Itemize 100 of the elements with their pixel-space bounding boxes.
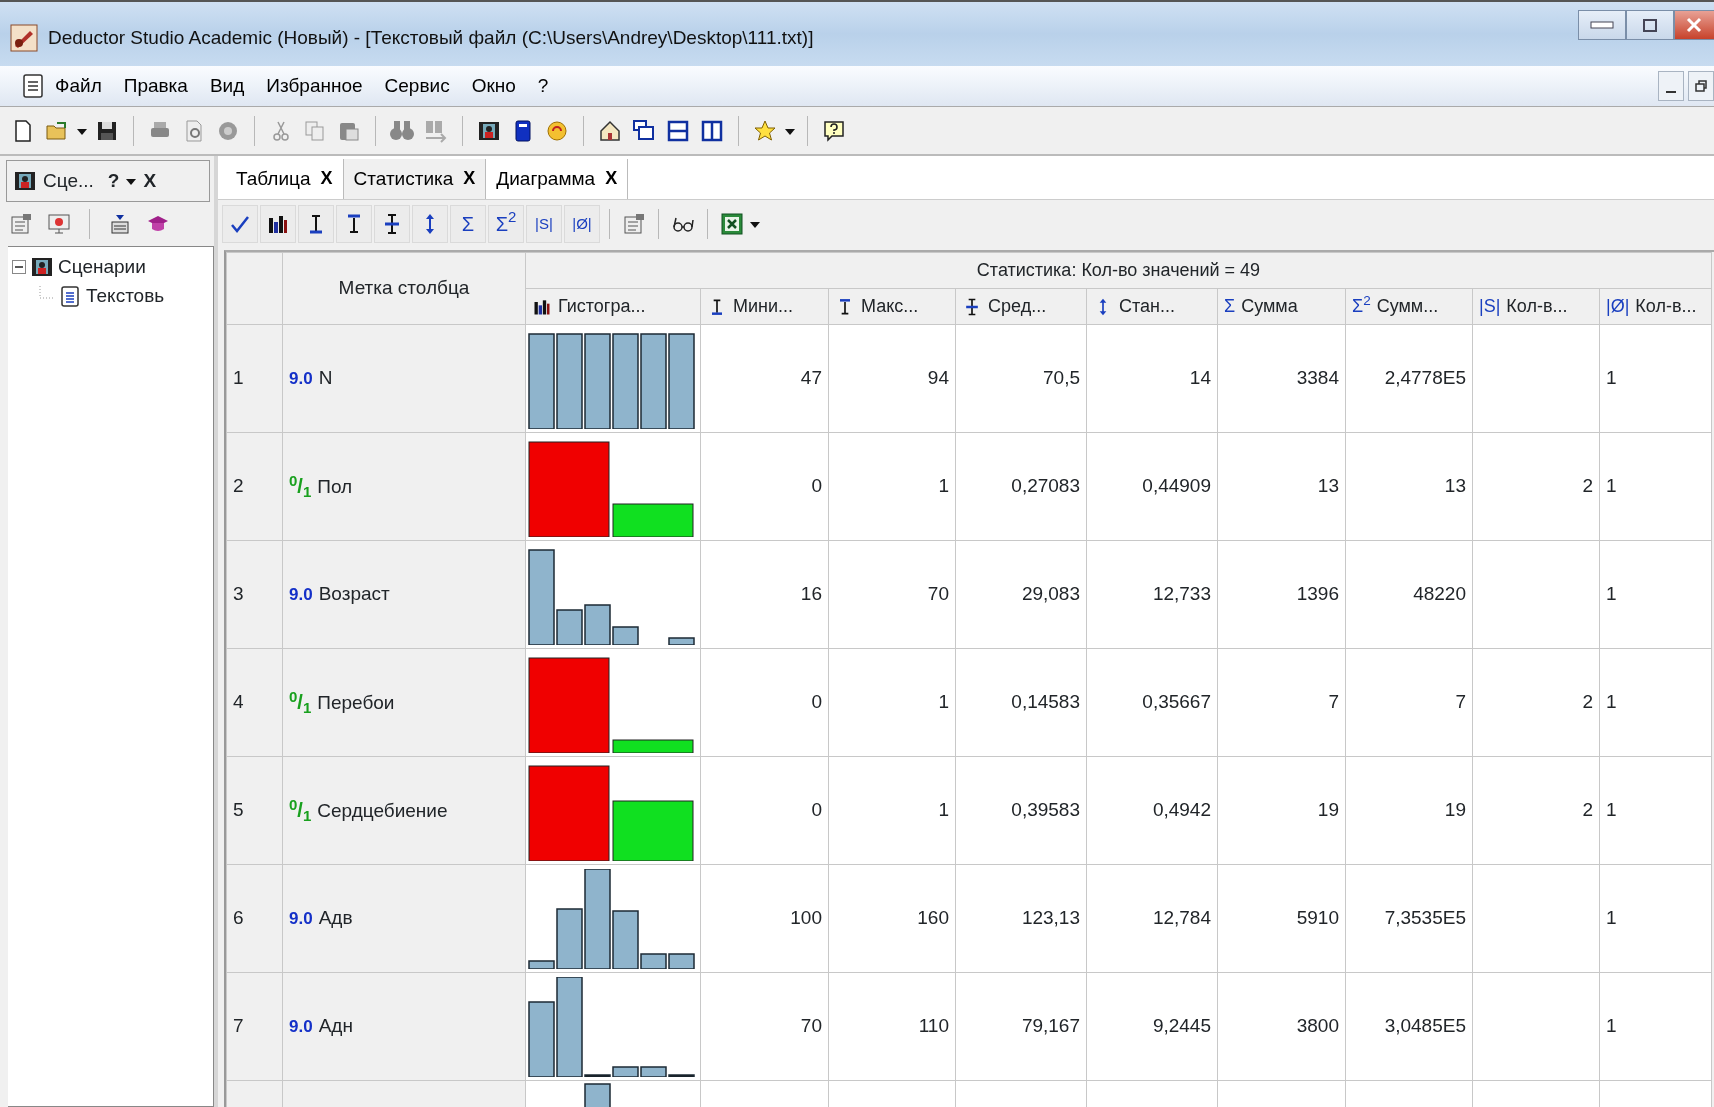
menu-item[interactable]: Окно: [460, 71, 527, 101]
table-cell: 0,4942: [1152, 799, 1211, 821]
table-cell: 1: [1606, 799, 1617, 821]
table-cell: 0,27083: [1011, 475, 1080, 497]
menu-item[interactable]: Сервис: [373, 71, 461, 101]
menu-item[interactable]: Вид: [198, 71, 256, 101]
table-cell: 13: [1317, 475, 1339, 497]
group-header: Статистика: Кол-во значений = 49: [976, 260, 1261, 280]
column-header[interactable]: Кол-в...: [1635, 293, 1697, 320]
table-cell: 2: [1582, 691, 1593, 713]
table-cell: 13: [1444, 475, 1466, 497]
table-cell: 2: [1582, 799, 1593, 821]
check-button[interactable]: [222, 205, 258, 243]
type-icon: 9.0: [289, 369, 313, 389]
table-cell: 14: [1189, 367, 1211, 389]
table-cell: 0,35667: [1142, 691, 1211, 713]
table-cell: 29,083: [1021, 583, 1080, 605]
help-button[interactable]: ?: [107, 166, 120, 196]
table-cell: 94: [927, 367, 949, 389]
tree-item[interactable]: Сценарии: [58, 253, 146, 282]
column-header[interactable]: Сумма: [1241, 293, 1298, 320]
table-cell: 0: [811, 475, 822, 497]
mean-button[interactable]: [374, 205, 410, 243]
column-label: Адн: [318, 1015, 353, 1037]
histogram-bar: [668, 952, 695, 969]
column-header[interactable]: Метка столбца: [338, 277, 470, 299]
properties-icon: [9, 212, 33, 236]
table-cell: 5910: [1296, 907, 1339, 929]
histogram-button[interactable]: [260, 205, 296, 243]
table-cell: 70,5: [1043, 367, 1080, 389]
minimum-button[interactable]: [298, 205, 334, 243]
tab-close-button[interactable]: X: [463, 165, 476, 193]
column-glyph: Σ$^{2}$: [1352, 293, 1371, 318]
table-cell: 0: [811, 691, 822, 713]
column-glyph: |Ø|: [1606, 295, 1630, 318]
row-number: 7: [233, 1015, 244, 1037]
refresh-icon: [545, 118, 569, 143]
menu-item[interactable]: Файл: [44, 71, 113, 101]
collapse-icon[interactable]: [12, 260, 26, 275]
table-cell: 19: [1444, 799, 1466, 821]
row-number: 1: [233, 367, 244, 389]
notepad-icon: [58, 283, 82, 308]
table-cell: 1: [1606, 475, 1617, 497]
maximize-button[interactable]: [1626, 10, 1674, 40]
table-cell: 2: [1582, 475, 1593, 497]
row-number: 6: [233, 907, 244, 929]
column-label: Перебои: [317, 692, 395, 714]
unique-count-button[interactable]: |S|: [526, 205, 562, 243]
maximum-button[interactable]: [336, 205, 372, 243]
column-label: Возраст: [318, 583, 390, 605]
tile-horizontal-icon: [666, 118, 690, 143]
restore-icon: [1693, 78, 1709, 94]
column-glyph: Σ: [1224, 295, 1236, 318]
table-cell: 1396: [1296, 583, 1339, 605]
close-button[interactable]: [1674, 10, 1714, 40]
type-icon: $^{0}$/$_{1}$: [289, 799, 312, 822]
tab-close-button[interactable]: X: [605, 165, 618, 193]
sum-of-squares-button[interactable]: Σ$^{2}$: [488, 205, 524, 243]
minimize-icon: [1666, 91, 1676, 93]
empty-count-button[interactable]: |Ø|: [564, 205, 600, 243]
type-icon: 9.0: [289, 585, 313, 605]
menu-item[interactable]: ?: [526, 71, 560, 101]
table-cell: 1: [938, 691, 949, 713]
table-cell: 19: [1317, 799, 1339, 821]
column-label: Пол: [317, 476, 353, 498]
app-icon: [10, 24, 38, 52]
tab[interactable]: Статистика X: [343, 158, 487, 199]
help-icon: [822, 118, 846, 143]
menu-item[interactable]: Правка: [112, 71, 199, 101]
tab-close-button[interactable]: X: [320, 165, 333, 193]
table-cell: 12,733: [1152, 583, 1211, 605]
column-header[interactable]: Кол-в...: [1506, 293, 1568, 320]
table-cell: 2,4778E5: [1384, 367, 1466, 389]
document-icon: [22, 73, 44, 99]
table-cell: 3800: [1296, 1015, 1339, 1037]
menu-item[interactable]: Избранное: [255, 71, 374, 101]
restore-button[interactable]: [1688, 71, 1714, 101]
table-cell: 123,13: [1021, 907, 1080, 929]
row-number: 2: [233, 475, 244, 497]
portrait-icon: [13, 169, 37, 193]
close-button[interactable]: X: [143, 166, 157, 196]
home-icon: [598, 118, 622, 143]
table-cell: 7,3535E5: [1384, 907, 1466, 929]
pane-title: Сце...: [43, 168, 94, 193]
sum-button[interactable]: Σ: [450, 205, 486, 243]
column-header[interactable]: Сумм...: [1376, 293, 1439, 320]
minimize-button[interactable]: [1658, 71, 1684, 101]
copy-icon: [303, 118, 327, 143]
type-icon: $^{0}$/$_{1}$: [289, 691, 312, 714]
table-cell: 1: [1606, 367, 1617, 389]
cascade-windows-icon: [632, 118, 656, 143]
table-cell: 70: [800, 1015, 822, 1037]
table-cell: 70: [927, 583, 949, 605]
column-glyph: |S|: [1479, 295, 1501, 318]
std-deviation-button[interactable]: [412, 205, 448, 243]
tree-item[interactable]: Текстовь: [86, 281, 165, 310]
table-cell: 1: [1606, 583, 1617, 605]
histogram-bar: [584, 1083, 611, 1107]
table-cell: 9,2445: [1152, 1015, 1211, 1037]
table-cell: 1: [938, 475, 949, 497]
